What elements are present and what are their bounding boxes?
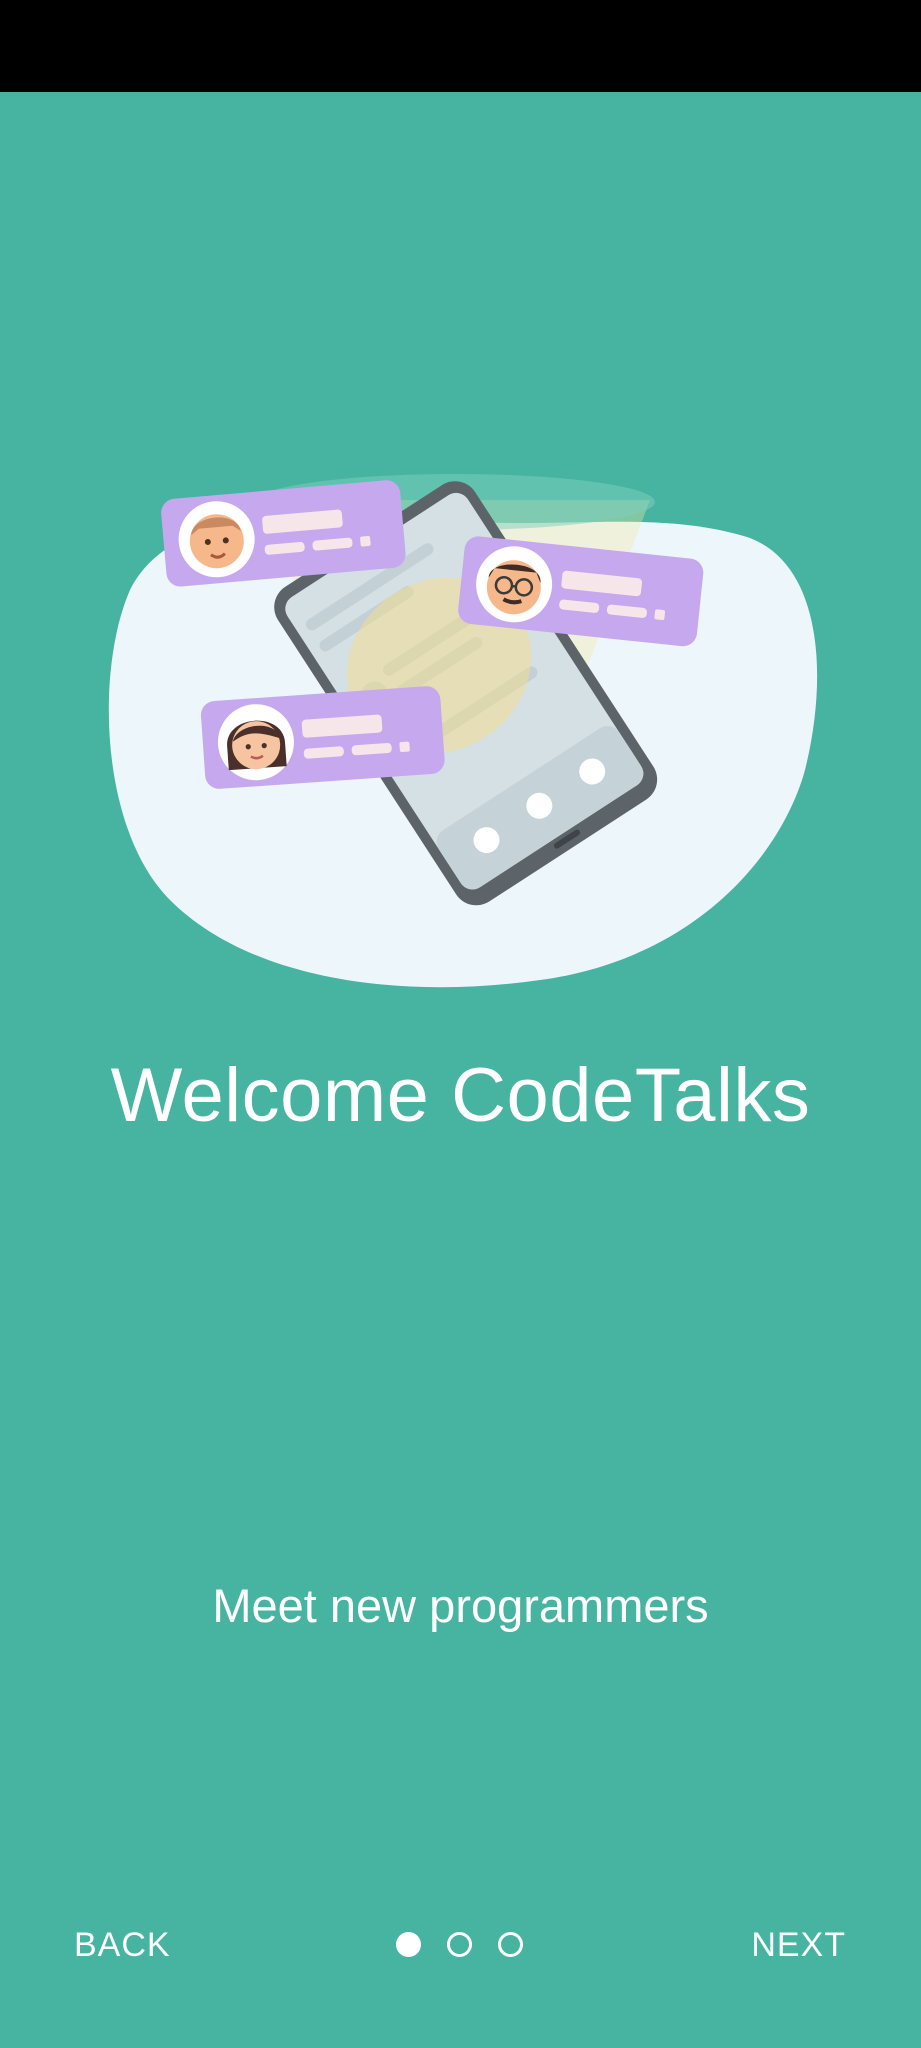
page-indicator-dot-1[interactable] [396,1932,421,1957]
next-button[interactable]: NEXT [751,1926,846,1965]
page-title: Welcome CodeTalks [110,1053,811,1138]
status-bar [0,0,921,92]
page-subtitle: Meet new programmers [212,1579,709,1632]
back-button[interactable]: BACK [74,1926,171,1965]
page-indicator-dot-2[interactable] [447,1932,472,1957]
page-indicator-dot-3[interactable] [498,1932,523,1957]
chat-illustration [108,474,818,988]
page-indicator [396,1932,523,1957]
onboarding-screen: Welcome CodeTalks Meet new programmers B… [0,0,921,2048]
chat-bubble-3 [200,686,445,789]
